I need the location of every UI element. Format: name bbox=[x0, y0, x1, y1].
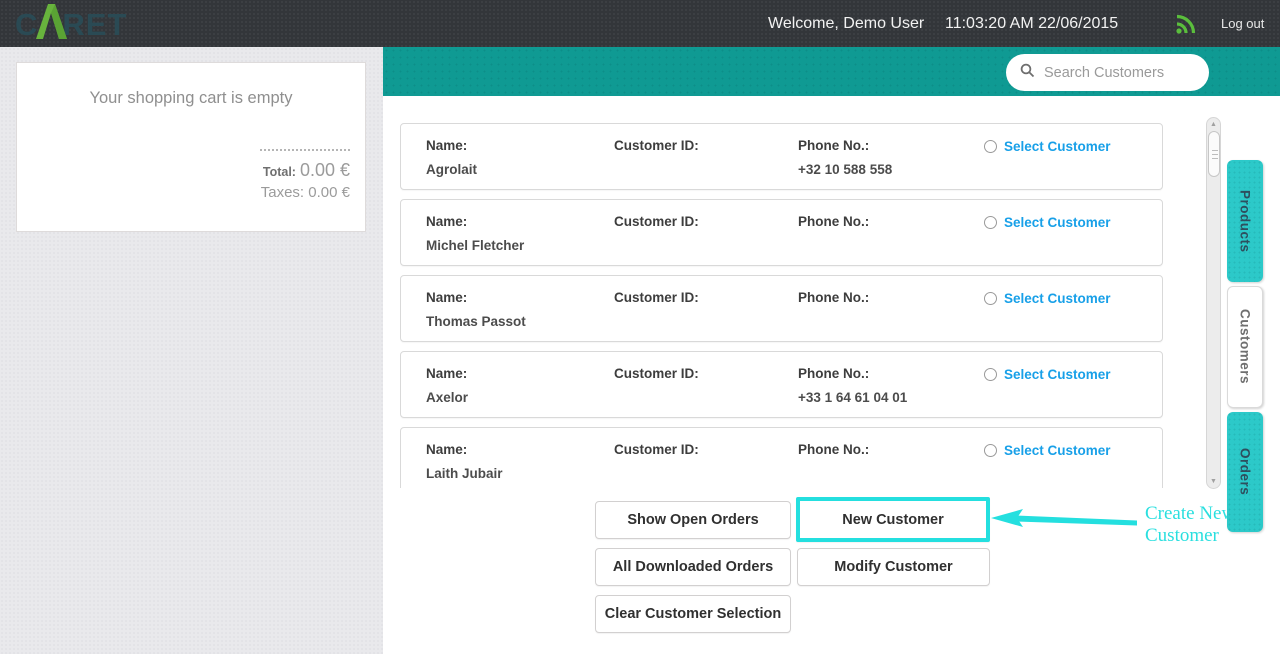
cart-totals: Total: 0.00 € Taxes: 0.00 € bbox=[190, 149, 350, 201]
customer-row-thomas-passot: Name: Thomas Passot Customer ID: Phone N… bbox=[400, 275, 1163, 342]
thumb-grip bbox=[1212, 150, 1218, 151]
phone-label: Phone No.: bbox=[798, 138, 892, 153]
scroll-down-icon[interactable]: ▼ bbox=[1207, 478, 1220, 485]
cart-taxes-line: Taxes: 0.00 € bbox=[190, 184, 350, 201]
phone-column: Phone No.: bbox=[798, 290, 869, 314]
phone-label: Phone No.: bbox=[798, 290, 869, 305]
customer-name: Laith Jubair bbox=[426, 466, 503, 481]
caret-logo-icon bbox=[33, 1, 69, 46]
customers-toolbar bbox=[383, 47, 1280, 96]
customer-id-label: Customer ID: bbox=[614, 138, 699, 153]
wifi-signal-icon bbox=[1176, 12, 1198, 39]
select-customer-control[interactable]: Select Customer bbox=[984, 367, 1111, 382]
name-column: Name: Thomas Passot bbox=[426, 290, 526, 329]
main-content: Name: Agrolait Customer ID: Phone No.: +… bbox=[383, 96, 1280, 654]
select-customer-control[interactable]: Select Customer bbox=[984, 139, 1111, 154]
modify-customer-button[interactable]: Modify Customer bbox=[797, 548, 990, 586]
tab-products[interactable]: Products bbox=[1227, 160, 1263, 282]
totals-divider bbox=[260, 149, 350, 151]
scroll-up-icon[interactable]: ▲ bbox=[1207, 121, 1220, 128]
phone-column: Phone No.: bbox=[798, 442, 869, 466]
customer-id-column: Customer ID: bbox=[614, 138, 699, 162]
name-column: Name: Axelor bbox=[426, 366, 468, 405]
all-downloaded-orders-button[interactable]: All Downloaded Orders bbox=[595, 548, 791, 586]
magnifier-icon bbox=[1020, 63, 1035, 83]
customer-search-box[interactable] bbox=[1006, 54, 1209, 91]
customer-row-michel-fletcher: Name: Michel Fletcher Customer ID: Phone… bbox=[400, 199, 1163, 266]
customer-row-axelor: Name: Axelor Customer ID: Phone No.: +33… bbox=[400, 351, 1163, 418]
select-customer-radio[interactable] bbox=[984, 292, 997, 305]
phone-column: Phone No.: +33 1 64 61 04 01 bbox=[798, 366, 907, 405]
cart-empty-message: Your shopping cart is empty bbox=[17, 89, 365, 108]
customer-id-column: Customer ID: bbox=[614, 442, 699, 466]
taxes-value: 0.00 € bbox=[308, 184, 350, 201]
name-label: Name: bbox=[426, 290, 526, 305]
shopping-cart-card: Your shopping cart is empty Total: 0.00 €… bbox=[16, 62, 366, 232]
name-column: Name: Michel Fletcher bbox=[426, 214, 524, 253]
select-customer-control[interactable]: Select Customer bbox=[984, 291, 1111, 306]
logo-letters-ret: RET bbox=[62, 6, 127, 44]
customer-name: Thomas Passot bbox=[426, 314, 526, 329]
cart-total-line: Total: 0.00 € bbox=[190, 160, 350, 181]
customer-id-column: Customer ID: bbox=[614, 290, 699, 314]
select-customer-radio[interactable] bbox=[984, 216, 997, 229]
clear-customer-selection-button[interactable]: Clear Customer Selection bbox=[595, 595, 791, 633]
phone-label: Phone No.: bbox=[798, 366, 907, 381]
customer-id-label: Customer ID: bbox=[614, 214, 699, 229]
customer-phone: +33 1 64 61 04 01 bbox=[798, 390, 907, 405]
select-customer-radio[interactable] bbox=[984, 444, 997, 457]
customer-id-label: Customer ID: bbox=[614, 290, 699, 305]
select-customer-link[interactable]: Select Customer bbox=[1004, 291, 1111, 306]
app-logo: C RET bbox=[15, 4, 127, 44]
logout-button[interactable]: Log out bbox=[1221, 0, 1264, 47]
search-input[interactable] bbox=[1044, 65, 1194, 81]
customer-id-column: Customer ID: bbox=[614, 366, 699, 390]
select-customer-radio[interactable] bbox=[984, 140, 997, 153]
name-label: Name: bbox=[426, 366, 468, 381]
select-customer-link[interactable]: Select Customer bbox=[1004, 215, 1111, 230]
phone-column: Phone No.: +32 10 588 558 bbox=[798, 138, 892, 177]
tab-customers[interactable]: Customers bbox=[1227, 286, 1263, 408]
customer-id-label: Customer ID: bbox=[614, 366, 699, 381]
cart-panel: Your shopping cart is empty Total: 0.00 €… bbox=[0, 47, 383, 654]
customer-id-column: Customer ID: bbox=[614, 214, 699, 238]
select-customer-radio[interactable] bbox=[984, 368, 997, 381]
phone-label: Phone No.: bbox=[798, 442, 869, 457]
taxes-label: Taxes: bbox=[261, 184, 304, 201]
select-customer-link[interactable]: Select Customer bbox=[1004, 139, 1111, 154]
total-value: 0.00 € bbox=[300, 160, 350, 180]
scrollbar-thumb[interactable] bbox=[1208, 131, 1220, 177]
new-customer-button[interactable]: New Customer bbox=[796, 497, 990, 542]
thumb-grip bbox=[1212, 158, 1218, 159]
customer-list: Name: Agrolait Customer ID: Phone No.: +… bbox=[400, 123, 1163, 488]
show-open-orders-button[interactable]: Show Open Orders bbox=[595, 501, 791, 539]
annotation-arrow-icon bbox=[991, 508, 1139, 537]
customer-row-agrolait: Name: Agrolait Customer ID: Phone No.: +… bbox=[400, 123, 1163, 190]
phone-column: Phone No.: bbox=[798, 214, 869, 238]
name-label: Name: bbox=[426, 442, 503, 457]
customer-id-label: Customer ID: bbox=[614, 442, 699, 457]
tab-orders[interactable]: Orders bbox=[1227, 412, 1263, 532]
name-label: Name: bbox=[426, 138, 477, 153]
customer-name: Agrolait bbox=[426, 162, 477, 177]
customer-name: Michel Fletcher bbox=[426, 238, 524, 253]
list-scrollbar[interactable]: ▲ ▼ bbox=[1206, 117, 1221, 489]
customer-name: Axelor bbox=[426, 390, 468, 405]
name-label: Name: bbox=[426, 214, 524, 229]
phone-label: Phone No.: bbox=[798, 214, 869, 229]
select-customer-control[interactable]: Select Customer bbox=[984, 215, 1111, 230]
thumb-grip bbox=[1212, 154, 1218, 155]
customer-row-laith-jubair: Name: Laith Jubair Customer ID: Phone No… bbox=[400, 427, 1163, 488]
datetime-text: 11:03:20 AM 22/06/2015 bbox=[945, 0, 1118, 47]
select-customer-link[interactable]: Select Customer bbox=[1004, 367, 1111, 382]
total-label: Total: bbox=[263, 165, 296, 179]
select-customer-control[interactable]: Select Customer bbox=[984, 443, 1111, 458]
welcome-text: Welcome, Demo User bbox=[768, 0, 924, 47]
customer-phone: +32 10 588 558 bbox=[798, 162, 892, 177]
select-customer-link[interactable]: Select Customer bbox=[1004, 443, 1111, 458]
top-header-bar: C RET Welcome, Demo User 11:03:20 AM 22/… bbox=[0, 0, 1280, 47]
name-column: Name: Agrolait bbox=[426, 138, 477, 177]
name-column: Name: Laith Jubair bbox=[426, 442, 503, 481]
